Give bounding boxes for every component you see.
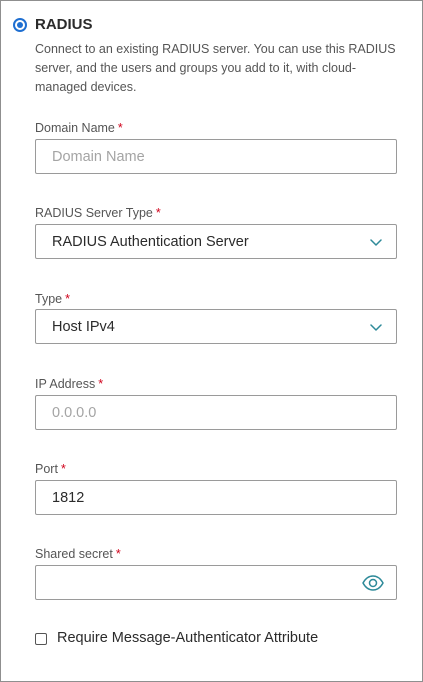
radio-selected-dot bbox=[17, 21, 23, 28]
required-marker: * bbox=[117, 121, 123, 135]
port-label: Port * bbox=[35, 461, 66, 477]
server-type-label-text: RADIUS Server Type bbox=[35, 206, 153, 220]
require-message-authenticator-checkbox[interactable] bbox=[35, 632, 47, 645]
domain-name-input[interactable]: Domain Name bbox=[35, 139, 397, 174]
required-marker: * bbox=[115, 547, 121, 561]
shared-secret-label: Shared secret * bbox=[35, 546, 121, 562]
port-label-text: Port bbox=[35, 462, 58, 476]
chevron-down-icon[interactable] bbox=[370, 321, 382, 333]
require-message-authenticator-option[interactable]: Require Message-Authenticator Attribute bbox=[35, 630, 318, 647]
chevron-down-icon[interactable] bbox=[370, 236, 382, 248]
type-label: Type * bbox=[35, 291, 70, 307]
domain-name-placeholder: Domain Name bbox=[52, 148, 145, 165]
required-marker: * bbox=[65, 292, 70, 306]
ip-address-label: IP Address * bbox=[35, 376, 103, 392]
radius-description: Connect to an existing RADIUS server. Yo… bbox=[35, 42, 396, 94]
server-type-select[interactable]: RADIUS Authentication Server bbox=[35, 224, 397, 259]
required-marker: * bbox=[155, 206, 161, 220]
required-marker: * bbox=[60, 462, 66, 476]
shared-secret-label-text: Shared secret bbox=[35, 547, 113, 561]
port-value: 1812 bbox=[52, 489, 85, 506]
server-type-label: RADIUS Server Type * bbox=[35, 205, 161, 221]
domain-name-label: Domain Name * bbox=[35, 120, 123, 136]
type-selected-value: Host IPv4 bbox=[52, 318, 115, 335]
radius-config-panel: RADIUS Connect to an existing RADIUS ser… bbox=[0, 0, 423, 682]
radius-radio-button[interactable] bbox=[13, 17, 27, 32]
ip-address-placeholder: 0.0.0.0 bbox=[52, 404, 97, 421]
required-marker: * bbox=[98, 377, 104, 391]
shared-secret-input[interactable] bbox=[35, 565, 397, 600]
ip-address-input[interactable]: 0.0.0.0 bbox=[35, 395, 397, 430]
type-label-text: Type bbox=[35, 292, 63, 306]
type-select[interactable]: Host IPv4 bbox=[35, 309, 397, 344]
domain-name-label-text: Domain Name bbox=[35, 121, 115, 135]
require-message-authenticator-label[interactable]: Require Message-Authenticator Attribute bbox=[57, 630, 318, 647]
radius-radio-label[interactable]: RADIUS bbox=[35, 16, 93, 33]
server-type-selected-value: RADIUS Authentication Server bbox=[52, 233, 249, 250]
eye-icon[interactable] bbox=[362, 575, 384, 591]
ip-address-label-text: IP Address bbox=[35, 377, 96, 391]
radius-option[interactable]: RADIUS bbox=[13, 16, 93, 33]
port-input[interactable]: 1812 bbox=[35, 480, 397, 515]
